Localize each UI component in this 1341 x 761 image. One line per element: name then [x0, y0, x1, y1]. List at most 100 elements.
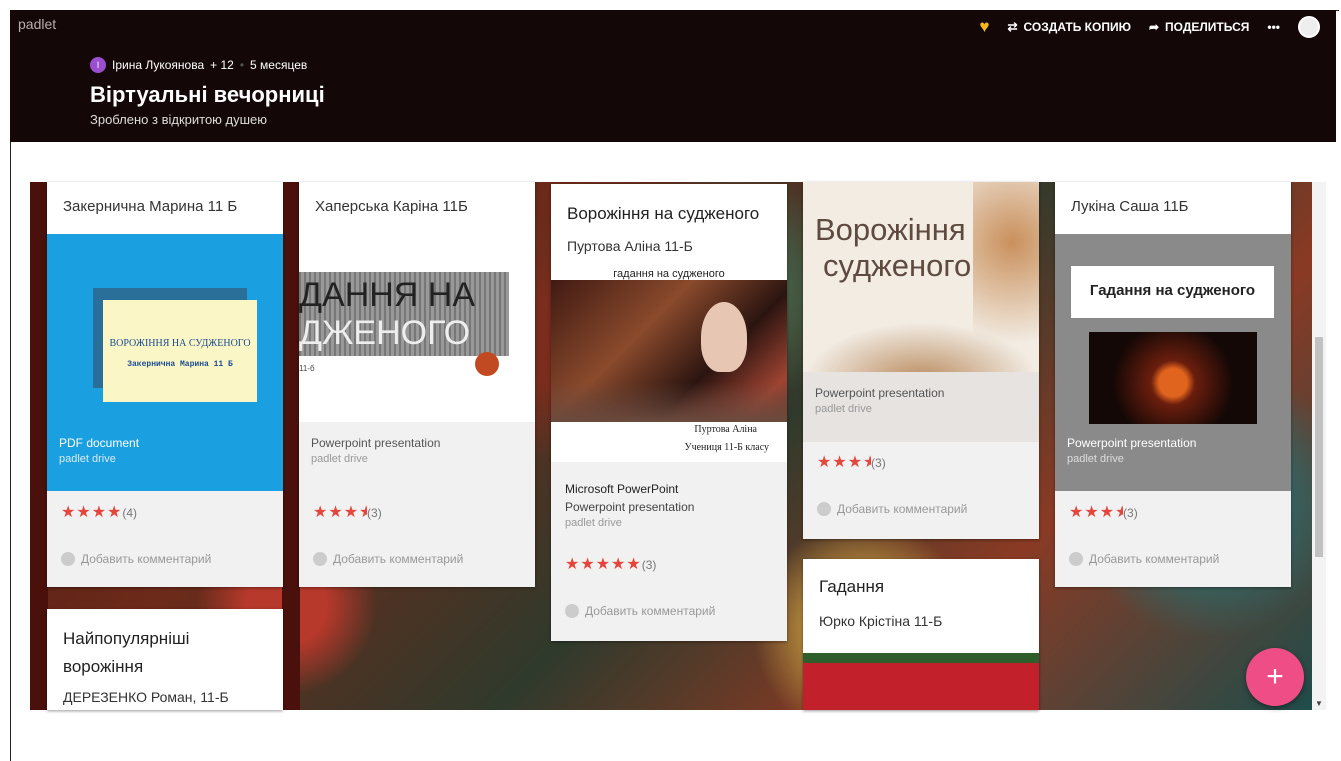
stars-filled: ★★★★★: [565, 556, 642, 573]
attachment-type: PDF document: [59, 436, 140, 450]
page-subtitle: Зроблено з відкритою душею: [90, 112, 268, 127]
heart-icon[interactable]: ♥: [979, 17, 989, 37]
contributors-count[interactable]: + 12: [210, 58, 234, 72]
post-title: Гадання: [819, 577, 885, 596]
post-title: Найпопулярніші ворожіння: [63, 629, 190, 676]
add-comment-label: Добавить комментарий: [1089, 552, 1220, 566]
meta-separator: •: [239, 58, 245, 72]
post-card[interactable]: Закернична Марина 11 Б ВОРОЖІННЯ НА СУДЖ…: [47, 182, 283, 587]
scrollbar-thumb[interactable]: [1315, 337, 1323, 557]
post-title: Хаперська Каріна 11Б: [315, 198, 468, 215]
attachment-source: padlet drive: [59, 453, 116, 465]
thumb-heading: ВОРОЖІННЯ НА СУДЖЕНОГО: [109, 338, 251, 349]
stars-filled: ★★★: [313, 504, 360, 521]
post-body: Юрко Крістіна 11-Б: [819, 613, 943, 629]
thumb-subtext: судженого: [823, 248, 972, 283]
star-half: ★: [863, 452, 871, 472]
thumb-heading: ДАННЯ НА: [299, 276, 476, 314]
add-comment-field[interactable]: Добавить комментарий: [817, 502, 967, 516]
add-comment-field[interactable]: Добавить комментарий: [1069, 552, 1219, 566]
padlet-header: padlet ♥ ⇄ СОЗДАТЬ КОПИЮ ➦ ПОДЕЛИТЬСЯ ••…: [10, 10, 1336, 142]
attachment-preview[interactable]: Ворожіння судженого Powerpoint presentat…: [803, 182, 1039, 442]
attachment-app: Microsoft PowerPoint: [565, 482, 679, 496]
post-card[interactable]: Хаперська Каріна 11Б ДАННЯ НА ДЖЕНОГО 11…: [299, 182, 535, 587]
attachment-preview[interactable]: ДАННЯ НА ДЖЕНОГО 11-б Powerpoint present…: [299, 234, 535, 491]
user-icon: [817, 502, 831, 516]
thumb-subtext: Закернична Марина 11 Б: [127, 360, 233, 369]
add-comment-label: Добавить комментарий: [81, 552, 212, 566]
add-comment-field[interactable]: Добавить комментарий: [61, 552, 211, 566]
background-strip: [30, 182, 48, 710]
post-title: Ворожіння на судженого: [567, 204, 760, 223]
star-rating[interactable]: ★★★★★(3): [565, 554, 656, 574]
thumbnail-image: ВОРОЖІННЯ НА СУДЖЕНОГО Закернична Марина…: [103, 300, 257, 402]
thumbnail-image: ДАННЯ НА ДЖЕНОГО: [299, 272, 509, 356]
copy-icon: ⇄: [1007, 20, 1018, 34]
share-label: ПОДЕЛИТЬСЯ: [1165, 20, 1250, 34]
attachment-preview[interactable]: Гадання на судженого Powerpoint presenta…: [1055, 234, 1291, 491]
author-name[interactable]: Ірина Лукоянова: [112, 58, 204, 72]
attachment-type: Powerpoint presentation: [565, 500, 695, 514]
star-half: ★: [359, 502, 367, 522]
star-rating[interactable]: ★★★★(3): [1069, 502, 1138, 522]
rating-count: (3): [367, 506, 382, 520]
thumb-top-caption: гадання на судженого: [551, 268, 787, 280]
post-card[interactable]: Гадання Юрко Крістіна 11-Б: [803, 559, 1039, 710]
attachment-preview[interactable]: ВОРОЖІННЯ НА СУДЖЕНОГО Закернична Марина…: [47, 234, 283, 491]
padlet-age: 5 месяцев: [250, 58, 308, 72]
thumbnail-title-box: Гадання на судженого: [1071, 266, 1274, 318]
attachment-source: padlet drive: [1067, 453, 1124, 465]
user-avatar[interactable]: [1298, 16, 1320, 38]
thumb-heading: Ворожіння: [815, 212, 966, 247]
share-arrow-icon: ➦: [1148, 20, 1160, 34]
user-icon: [61, 552, 75, 566]
user-icon: [313, 552, 327, 566]
post-card[interactable]: Ворожіння судженого Powerpoint presentat…: [803, 182, 1039, 539]
add-post-button[interactable]: +: [1246, 648, 1304, 706]
background-strip: [282, 182, 300, 710]
thumb-table: [551, 382, 787, 422]
user-icon: [565, 604, 579, 618]
stars-filled: ★★★: [1069, 504, 1116, 521]
author-avatar[interactable]: І: [90, 57, 106, 73]
add-comment-label: Добавить комментарий: [333, 552, 464, 566]
post-card[interactable]: Лукіна Саша 11Б Гадання на судженого Pow…: [1055, 182, 1291, 587]
attachment-preview[interactable]: гадання на судженого Пуртова Аліна Учени…: [551, 268, 787, 462]
thumb-class: 11-б: [299, 364, 315, 373]
attachment-source: padlet drive: [565, 517, 622, 529]
share-button[interactable]: ➦ ПОДЕЛИТЬСЯ: [1149, 20, 1249, 34]
page-title: Віртуальні вечорниці: [90, 82, 325, 107]
add-comment-label: Добавить комментарий: [837, 502, 968, 516]
stars-filled: ★★★★: [61, 504, 123, 521]
vertical-scrollbar[interactable]: ▼: [1312, 182, 1326, 710]
remake-button[interactable]: ⇄ СОЗДАТЬ КОПИЮ: [1007, 20, 1130, 34]
attachment-type: Powerpoint presentation: [311, 436, 441, 450]
post-body: Пуртова Аліна 11-Б: [567, 238, 693, 254]
add-comment-field[interactable]: Добавить комментарий: [565, 604, 715, 618]
post-body: ДЕРЕЗЕНКО Роман, 11-Б: [63, 689, 229, 705]
rating-count: (3): [871, 456, 886, 470]
more-menu-button[interactable]: •••: [1267, 20, 1280, 34]
post-title: Закернична Марина 11 Б: [63, 198, 238, 215]
attachment-type: Powerpoint presentation: [1067, 436, 1197, 450]
padlet-logo[interactable]: padlet: [18, 16, 56, 32]
scroll-down-arrow-icon[interactable]: ▼: [1315, 699, 1323, 708]
attachment-source: padlet drive: [815, 403, 872, 415]
post-card[interactable]: Ворожіння на судженого Пуртова Аліна 11-…: [551, 184, 787, 641]
rating-count: (3): [641, 558, 657, 572]
star-rating[interactable]: ★★★★(4): [61, 502, 137, 522]
attachment-source: padlet drive: [311, 453, 368, 465]
attachment-type: Powerpoint presentation: [815, 386, 945, 400]
star-rating[interactable]: ★★★★(3): [817, 452, 886, 472]
thumbnail-image: [1089, 332, 1257, 424]
star-rating[interactable]: ★★★★(3): [313, 502, 382, 522]
attachment-preview[interactable]: [803, 653, 1039, 710]
post-card[interactable]: Найпопулярніші ворожіння ДЕРЕЗЕНКО Роман…: [47, 609, 283, 710]
header-actions: ♥ ⇄ СОЗДАТЬ КОПИЮ ➦ ПОДЕЛИТЬСЯ •••: [979, 16, 1320, 38]
rating-count: (3): [1123, 506, 1138, 520]
user-icon: [1069, 552, 1083, 566]
portrait-figure: [701, 302, 747, 372]
seal-icon: [475, 352, 499, 376]
padlet-meta: І Ірина Лукоянова + 12 • 5 месяцев: [90, 57, 307, 73]
add-comment-field[interactable]: Добавить комментарий: [313, 552, 463, 566]
